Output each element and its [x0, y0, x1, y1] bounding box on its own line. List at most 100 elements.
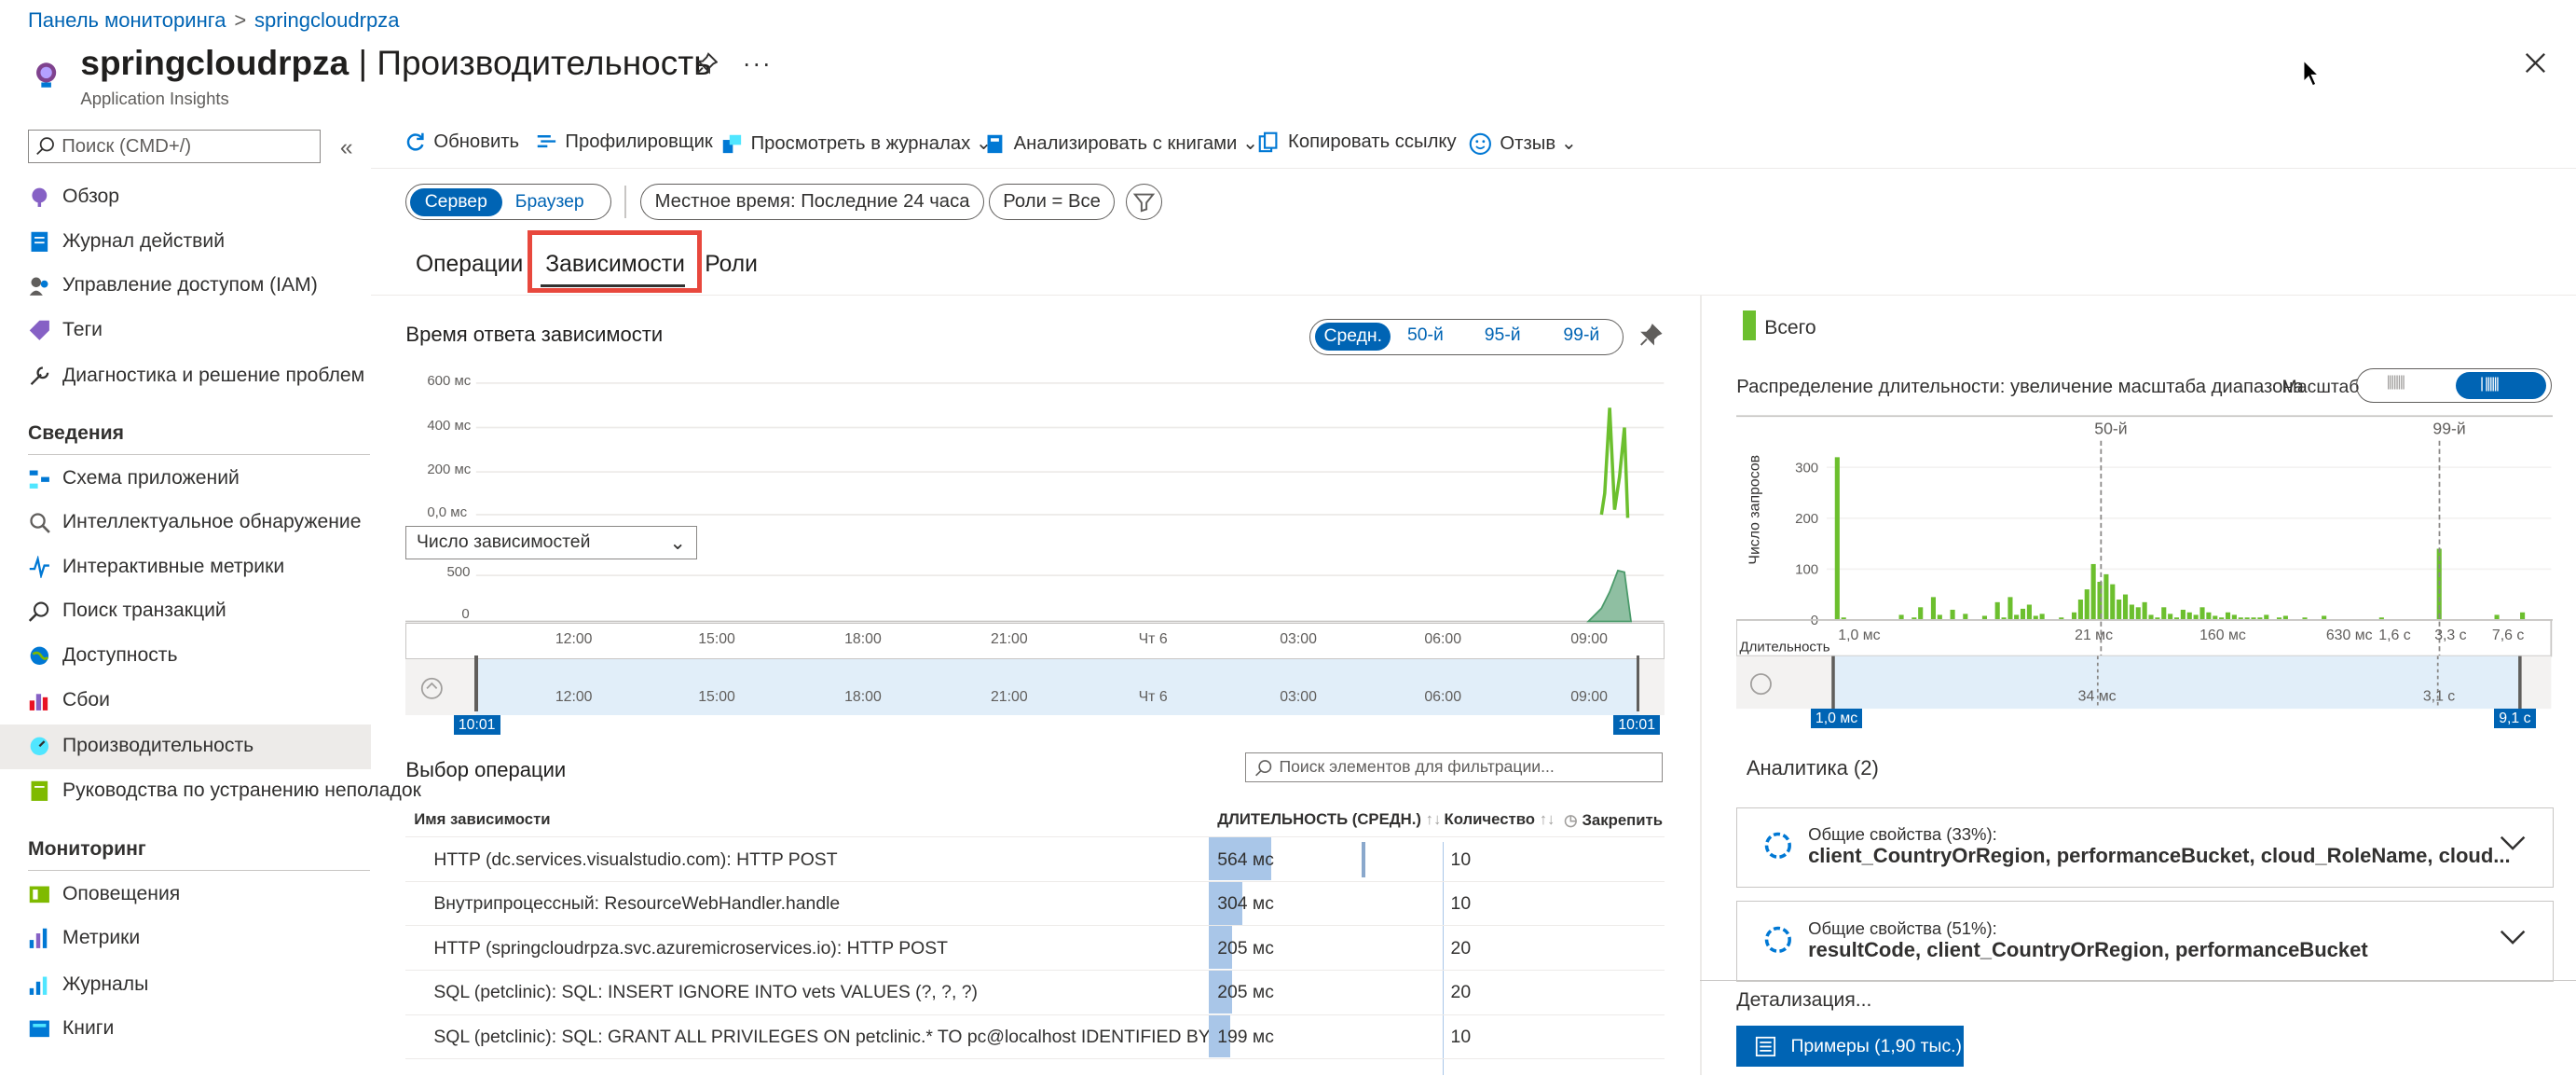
- roles-filter[interactable]: Роли = Все: [989, 184, 1116, 221]
- insight-card[interactable]: Общие свойства (33%): client_CountryOrRe…: [1736, 807, 2554, 889]
- samples-button[interactable]: Примеры (1,90 тыс.): [1736, 1025, 1964, 1068]
- sidebar-item-tags[interactable]: Теги: [0, 309, 371, 353]
- dependency-count-dropdown[interactable]: Число зависимостей ⌄: [405, 526, 697, 559]
- divider: [623, 186, 626, 219]
- tab-roles[interactable]: Роли: [705, 252, 758, 278]
- breadcrumb-home-link[interactable]: Панель мониторинга: [28, 8, 226, 32]
- operation-selection-title: Выбор операции: [405, 757, 567, 781]
- chevron-down-icon[interactable]: [2500, 835, 2526, 852]
- log-scale-option[interactable]: | ||||||: [2455, 372, 2546, 399]
- percentile-95-option[interactable]: 95-й: [1485, 324, 1521, 346]
- sidebar-item-performance[interactable]: Производительность: [0, 724, 372, 769]
- response-time-chart-title: Время ответа зависимости: [405, 322, 664, 346]
- sidebar-item-activity-log[interactable]: Журнал действий: [0, 220, 371, 265]
- log-scale-icon: | ||||||: [2480, 375, 2500, 392]
- server-toggle-option[interactable]: Сервер: [409, 187, 502, 216]
- y-tick-label: 500: [446, 563, 471, 580]
- sidebar-section-insights: Сведения: [27, 422, 124, 445]
- refresh-button[interactable]: Обновить: [404, 131, 519, 158]
- sidebar-item-workbooks[interactable]: Книги: [0, 1008, 371, 1053]
- percentile-toggle: Средн. 50-й 95-й 99-й: [1309, 318, 1624, 355]
- histogram-bar: [1950, 609, 1955, 620]
- brush-x-tick: 03:00: [1280, 688, 1317, 705]
- copy-link-button[interactable]: Копировать ссылку: [1258, 131, 1457, 158]
- histogram-bar: [2110, 584, 2116, 620]
- live-metrics-icon: [29, 555, 49, 579]
- pin-chart-icon[interactable]: [1639, 324, 1663, 347]
- brush-x-tick: 09:00: [1570, 688, 1608, 705]
- transaction-search-icon: [28, 601, 49, 623]
- insight-card[interactable]: Общие свойства (51%): resultCode, client…: [1736, 901, 2554, 982]
- table-row[interactable]: SQL (petclinic): SQL: GRANT ALL PRIVILEG…: [405, 1014, 1665, 1060]
- page-title-section: Производительность: [377, 42, 712, 82]
- sidebar-item-availability[interactable]: Доступность: [0, 634, 371, 679]
- scale-toggle[interactable]: |||||||| | ||||||: [2355, 367, 2552, 404]
- table-row[interactable]: Внутрипроцессный: ResourceWebHandler.han…: [405, 880, 1665, 927]
- chevron-down-icon: ⌄: [1560, 133, 1577, 154]
- duration-range-start-badge: 1,0 мс: [1810, 708, 1863, 729]
- sidebar-item-overview[interactable]: Обзор: [0, 176, 371, 221]
- x-tick-label: 21 мс: [2075, 628, 2113, 643]
- metrics-icon: [29, 928, 48, 949]
- sidebar-item-live-metrics[interactable]: Интерактивные метрики: [0, 545, 371, 590]
- tab-operations[interactable]: Операции: [416, 252, 523, 278]
- breadcrumb-current-link[interactable]: springcloudrpza: [254, 8, 399, 32]
- x-tick-label: 21:00: [990, 630, 1028, 647]
- close-icon[interactable]: [2525, 52, 2546, 74]
- sidebar-item-metrics[interactable]: Метрики: [0, 917, 371, 962]
- column-header-name[interactable]: Имя зависимости: [414, 810, 550, 829]
- sidebar-item-failures[interactable]: Сбои: [0, 679, 371, 724]
- performance-icon: [30, 737, 48, 755]
- failures-icon: [29, 693, 48, 710]
- sidebar-item-alerts[interactable]: Оповещения: [0, 873, 371, 917]
- sidebar-item-smart-detection[interactable]: Интеллектуальное обнаружение: [0, 502, 371, 546]
- sort-icon: ↑↓: [1539, 810, 1555, 829]
- reset-zoom-icon[interactable]: [420, 677, 444, 700]
- pin-icon[interactable]: [695, 52, 719, 76]
- add-filter-button[interactable]: [1125, 184, 1162, 221]
- browser-toggle-option[interactable]: Браузер: [515, 188, 584, 216]
- sidebar-search-input[interactable]: Поиск (CMD+/): [27, 130, 321, 163]
- brush-handle-left[interactable]: [474, 655, 478, 712]
- sidebar-item-troubleshooting[interactable]: Руководства по устранению неполадок: [0, 769, 421, 814]
- page-title-resource: springcloudrpza: [80, 42, 349, 82]
- sidebar-item-logs[interactable]: Журналы: [0, 963, 371, 1008]
- table-row[interactable]: HTTP (springcloudrpza.svc.azuremicroserv…: [405, 925, 1665, 971]
- alerts-icon: [29, 886, 49, 903]
- sidebar-item-diagnose[interactable]: Диагностика и решение проблем: [0, 355, 371, 400]
- time-brush-selection[interactable]: [476, 658, 1638, 715]
- linear-scale-icon[interactable]: ||||||||: [2387, 374, 2406, 391]
- column-header-pin[interactable]: ◷ Закрепить: [1564, 810, 1663, 830]
- histogram-bar: [2039, 614, 2045, 620]
- more-options-icon[interactable]: ···: [743, 49, 773, 78]
- table-row[interactable]: [405, 1058, 1665, 1076]
- histogram-bar: [2186, 612, 2193, 620]
- brush-x-tick: 15:00: [698, 688, 735, 705]
- x-tick-label: 7,6 с: [2492, 628, 2524, 643]
- chevron-down-icon[interactable]: [2500, 930, 2526, 946]
- table-row[interactable]: SQL (petclinic): SQL: INSERT IGNORE INTO…: [405, 970, 1665, 1015]
- operation-filter-input[interactable]: Поиск элементов для фильтрации...: [1245, 752, 1664, 783]
- analyze-workbooks-button[interactable]: Анализировать с книгами ⌄: [984, 131, 1258, 158]
- smiley-icon: [1469, 133, 1491, 156]
- page-subtitle: Application Insights: [80, 89, 229, 109]
- percentile-99-option[interactable]: 99-й: [1563, 324, 1599, 346]
- sidebar-item-transaction-search[interactable]: Поиск транзакций: [0, 590, 371, 635]
- table-row[interactable]: HTTP (dc.services.visualstudio.com): HTT…: [405, 836, 1665, 882]
- time-range-filter[interactable]: Местное время: Последние 24 часа: [640, 184, 984, 221]
- column-header-duration[interactable]: ДЛИТЕЛЬНОСТЬ (СРЕДН.) ↑↓: [1217, 810, 1441, 829]
- sidebar-item-app-map[interactable]: Схема приложений: [0, 457, 371, 502]
- percentile-50-option[interactable]: 50-й: [1407, 324, 1444, 346]
- histogram-bar: [1835, 457, 1841, 620]
- brush-handle-right[interactable]: [1636, 655, 1640, 712]
- insights-title: Аналитика (2): [1746, 755, 1879, 779]
- view-in-logs-button[interactable]: Просмотреть в журналах ⌄: [721, 131, 992, 158]
- sidebar-item-iam[interactable]: Управление доступом (IAM): [0, 265, 371, 310]
- pin-circle-icon: ◷: [1564, 811, 1578, 830]
- column-header-count[interactable]: Количество ↑↓: [1445, 810, 1555, 829]
- distribution-chart-title: Распределение длительности: увеличение м…: [1736, 376, 2304, 397]
- percentile-avg-option[interactable]: Средн.: [1315, 323, 1391, 352]
- collapse-sidebar-icon[interactable]: «: [340, 135, 353, 161]
- profiler-button[interactable]: Профилировщик: [536, 131, 713, 158]
- feedback-button[interactable]: Отзыв ⌄: [1469, 131, 1577, 158]
